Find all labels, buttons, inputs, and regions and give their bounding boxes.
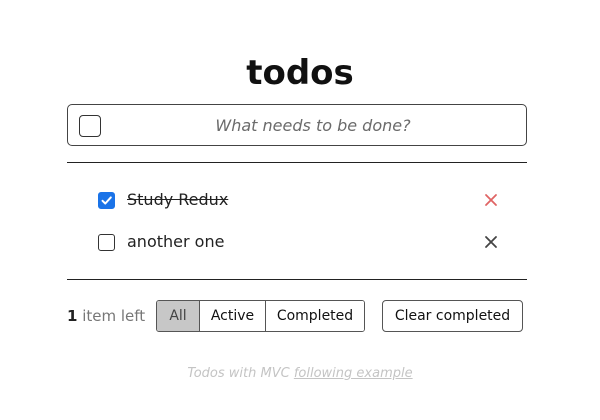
checkmark-icon	[101, 196, 112, 205]
app-title: todos	[246, 52, 354, 93]
toggle-all-checkbox[interactable]	[79, 115, 101, 137]
todo-list: Study Redux another one	[67, 180, 527, 264]
todo-app: todos Study Redux another one	[0, 0, 600, 420]
info-link[interactable]: following example	[294, 366, 413, 381]
list-bottom-divider	[67, 279, 527, 280]
items-left-count: 1 item left	[67, 306, 145, 326]
list-top-divider	[67, 162, 527, 163]
clear-completed-button[interactable]: Clear completed	[382, 300, 523, 332]
count-suffix: item left	[82, 307, 146, 325]
close-icon	[485, 194, 497, 206]
filter-active-button[interactable]: Active	[200, 301, 266, 331]
todo-checkbox[interactable]	[98, 234, 115, 251]
todo-item: Study Redux	[67, 180, 527, 222]
todo-checkbox[interactable]	[98, 192, 115, 209]
todo-label[interactable]: another one	[127, 231, 224, 253]
todo-footer: 1 item left All Active Completed Clear c…	[67, 300, 527, 332]
new-todo-input[interactable]	[108, 105, 518, 145]
delete-todo-button[interactable]	[483, 234, 499, 250]
filter-all-button[interactable]: All	[157, 301, 200, 331]
count-number: 1	[67, 307, 78, 325]
todo-item: another one	[67, 222, 527, 264]
close-icon	[485, 236, 497, 248]
filter-group: All Active Completed	[156, 300, 365, 332]
delete-todo-button[interactable]	[483, 192, 499, 208]
info-text: Todos with MVC	[187, 366, 290, 381]
info-footer: Todos with MVC following example	[0, 366, 600, 381]
filter-completed-button[interactable]: Completed	[266, 301, 364, 331]
new-todo-box	[67, 104, 527, 146]
todo-label[interactable]: Study Redux	[127, 189, 228, 211]
